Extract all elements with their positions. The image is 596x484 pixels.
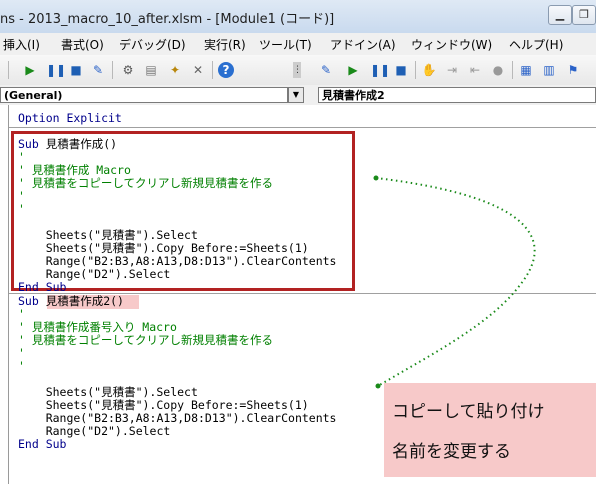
procedure-combo[interactable]: 見積書作成2 <box>318 87 596 103</box>
stop-icon[interactable]: ■ <box>68 62 84 78</box>
design-mode-icon[interactable]: ✎ <box>318 62 334 78</box>
menu-tools[interactable]: ツール(T) <box>259 36 312 53</box>
toolbox-icon[interactable]: ✕ <box>190 62 206 78</box>
menu-addins[interactable]: アドイン(A) <box>330 36 396 53</box>
restore-icon[interactable]: ❐ <box>572 5 596 25</box>
uncomment-icon[interactable]: ▥ <box>541 62 557 78</box>
pause-icon[interactable]: ❚❚ <box>370 62 390 78</box>
callout-line: コピーして貼り付け <box>392 402 545 422</box>
project-explorer-icon[interactable]: ⚙ <box>120 62 136 78</box>
comment-icon[interactable]: ▦ <box>518 62 534 78</box>
menu-window[interactable]: ウィンドウ(W) <box>411 36 492 53</box>
callout-note: コピーして貼り付け 名前を変更する <box>384 383 596 477</box>
menu-run[interactable]: 実行(R) <box>204 36 246 53</box>
procedure-combo-row: (General) ▼ 見積書作成2 <box>0 85 596 105</box>
menu-debug[interactable]: デバッグ(D) <box>119 36 186 53</box>
object-browser-icon[interactable]: ✦ <box>167 62 183 78</box>
bookmark-icon[interactable]: ⚑ <box>565 62 581 78</box>
title-bar: ns - 2013_macro_10_after.xlsm - [Module1… <box>0 0 596 34</box>
chevron-down-icon[interactable]: ▼ <box>288 87 304 103</box>
help-icon[interactable]: ? <box>218 62 234 78</box>
properties-icon[interactable]: ▤ <box>143 62 159 78</box>
code-editor[interactable]: Option Explicit Sub 見積書作成2見積書作成() ' ' 見積… <box>0 105 596 484</box>
run-icon[interactable]: ▶ <box>345 62 361 78</box>
toolbar-grip-icon[interactable]: ⋮ <box>293 62 302 78</box>
menu-bar: 挿入(I) 書式(O) デバッグ(D) 実行(R) ツール(T) アドイン(A)… <box>0 33 596 56</box>
pause-icon[interactable]: ❚❚ <box>46 62 66 78</box>
design-mode-icon[interactable]: ✎ <box>90 62 106 78</box>
menu-insert[interactable]: 挿入(I) <box>3 36 40 53</box>
indent-icon[interactable]: ⇥ <box>444 62 460 78</box>
run-icon[interactable]: ▶ <box>22 62 38 78</box>
minimize-icon[interactable]: ▁ <box>548 5 572 25</box>
menu-format[interactable]: 書式(O) <box>61 36 104 53</box>
stop-icon[interactable]: ■ <box>393 62 409 78</box>
menu-help[interactable]: ヘルプ(H) <box>509 36 563 53</box>
toolbar: ▶ ❚❚ ■ ✎ ⚙ ▤ ✦ ✕ ? ⋮ ✎ ▶ ❚❚ ■ ✋ ⇥ ⇤ ● ▦ … <box>0 55 596 86</box>
callout-line: 名前を変更する <box>392 442 511 462</box>
breakpoint-icon[interactable]: ● <box>490 62 506 78</box>
object-combo[interactable]: (General) <box>0 87 288 103</box>
outdent-icon[interactable]: ⇤ <box>467 62 483 78</box>
window-title: ns - 2013_macro_10_after.xlsm - [Module1… <box>0 12 335 27</box>
hand-icon[interactable]: ✋ <box>421 62 437 78</box>
